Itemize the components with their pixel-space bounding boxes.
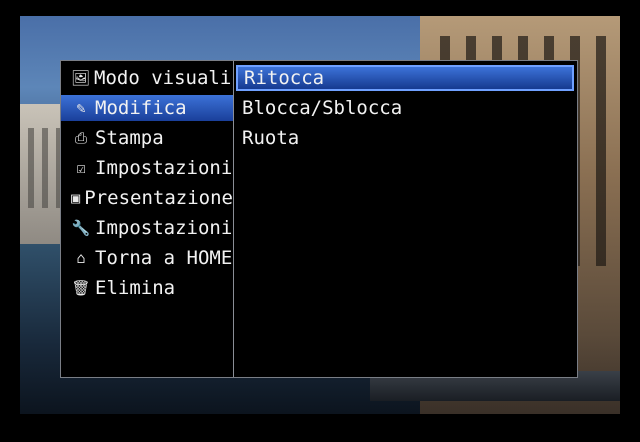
menu-item-label: Modo visualizzazione — [94, 67, 233, 89]
submenu-item-ritocca[interactable]: Ritocca — [236, 65, 574, 91]
trash-icon: 🗑 — [71, 279, 91, 297]
menu-item-impostazioni-2[interactable]: 🔧 Impostazioni — [61, 215, 233, 241]
menu-item-home[interactable]: ⌂ Torna a HOME — [61, 245, 233, 271]
menu-item-label: Impostazioni — [95, 217, 233, 239]
menu-item-view-mode[interactable]: 🖼 Modo visualizzazione — [61, 65, 233, 91]
menu-item-stampa[interactable]: ⎙ Stampa — [61, 125, 233, 151]
menu-item-label: Modifica — [95, 97, 187, 119]
submenu-list: Ritocca Blocca/Sblocca Ruota — [234, 61, 577, 377]
menu-item-label: Impostazioni — [95, 157, 233, 179]
menu-item-label: Torna a HOME — [95, 247, 233, 269]
image-view-icon: 🖼 — [71, 69, 91, 87]
menu-item-label: Stampa — [95, 127, 164, 149]
submenu-item-blocca-sblocca[interactable]: Blocca/Sblocca — [236, 95, 574, 121]
menu-item-modifica[interactable]: ✎ Modifica — [61, 95, 233, 121]
menu-item-label: Presentazione — [84, 187, 233, 209]
menu-item-label: Elimina — [95, 277, 176, 299]
slideshow-icon: ▣ — [71, 189, 81, 207]
menu-item-impostazioni-1[interactable]: ☑ Impostazioni — [61, 155, 233, 181]
checkbox-icon: ☑ — [76, 159, 86, 177]
menu-item-elimina[interactable]: 🗑 Elimina — [61, 275, 233, 301]
wrench-icon: 🔧 — [71, 219, 91, 237]
camera-menu: 🖼 Modo visualizzazione ✎ Modifica ⎙ Stam… — [60, 60, 578, 378]
main-menu-list: 🖼 Modo visualizzazione ✎ Modifica ⎙ Stam… — [61, 61, 234, 377]
pencil-icon: ✎ — [76, 99, 86, 117]
printer-icon: ⎙ — [74, 129, 87, 147]
submenu-item-ruota[interactable]: Ruota — [236, 125, 574, 151]
menu-item-presentazione[interactable]: ▣ Presentazione — [61, 185, 233, 211]
home-icon: ⌂ — [76, 249, 86, 267]
